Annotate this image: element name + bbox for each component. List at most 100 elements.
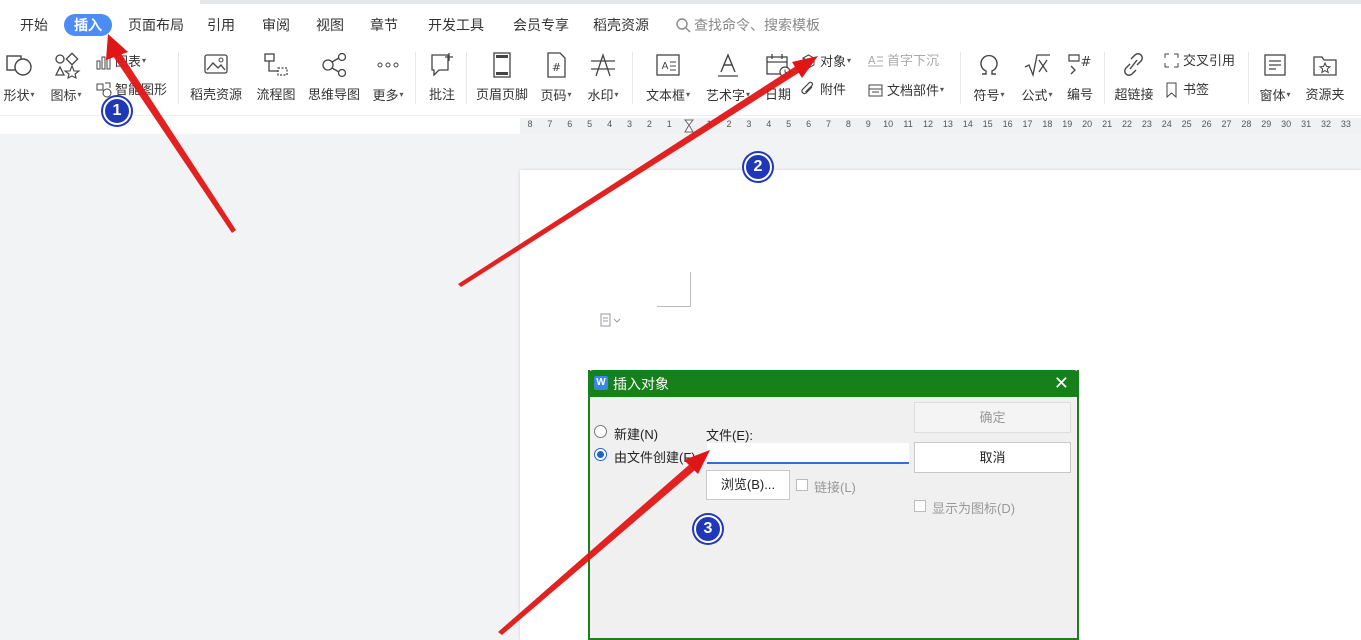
- ruler-tick: 31: [1301, 119, 1312, 129]
- dialog-title: 插入对象: [613, 376, 669, 392]
- new-radio[interactable]: [594, 425, 607, 438]
- hyperlink-button[interactable]: 超链接: [1112, 50, 1156, 104]
- ruler-tick: 4: [607, 119, 613, 129]
- link-icon: [1124, 53, 1143, 76]
- close-icon[interactable]: ✕: [1054, 373, 1069, 394]
- ruler-tick: 32: [1320, 119, 1331, 129]
- doc-parts-icon: [868, 84, 883, 97]
- mindmap-icon: [322, 52, 347, 78]
- dropcap-button[interactable]: A 首字下沉: [867, 50, 939, 72]
- object-button[interactable]: 对象▾: [800, 50, 851, 72]
- tab-page-layout[interactable]: 页面布局: [128, 14, 184, 36]
- shape-button[interactable]: 形状▾: [0, 50, 38, 105]
- textbox-icon: A: [656, 54, 680, 76]
- smart-graphic-button[interactable]: 智能图形: [95, 79, 167, 101]
- tab-developer[interactable]: 开发工具: [428, 14, 484, 36]
- docer-resource-button[interactable]: 稻壳资源: [188, 50, 244, 104]
- page-number-button[interactable]: # 页码▾: [537, 50, 575, 105]
- textbox-button[interactable]: A 文本框▾: [642, 50, 694, 105]
- attachment-button[interactable]: 附件: [800, 79, 846, 101]
- dropcap-icon: A: [868, 54, 883, 67]
- browse-button[interactable]: 浏览(B)...: [706, 470, 790, 500]
- ruler-tick: 4: [766, 119, 772, 129]
- wps-writer-icon: W: [594, 376, 608, 390]
- ruler-tick: 24: [1161, 119, 1172, 129]
- comment-button[interactable]: 批注: [425, 50, 459, 104]
- numbering-button[interactable]: # 编号: [1063, 50, 1097, 104]
- from-file-option-label[interactable]: 由文件创建(F): [614, 447, 696, 466]
- ruler-tick: 6: [806, 119, 812, 129]
- horizontal-ruler[interactable]: 8 7 6 5 4 3 2 1 1 2 3 4 5 6 7 8 9 10 11 12 13 14 15 16 17 18 19 20 2…: [520, 118, 1361, 134]
- title-strip: [200, 0, 1361, 4]
- tab-insert[interactable]: 插入: [64, 14, 112, 36]
- ruler-tick: 7: [825, 119, 831, 129]
- header-footer-button[interactable]: 页眉页脚: [474, 50, 530, 104]
- tab-member[interactable]: 会员专享: [513, 14, 569, 36]
- ruler-tick: 2: [726, 119, 732, 129]
- file-path-input[interactable]: [707, 443, 909, 464]
- tab-review[interactable]: 审阅: [262, 14, 290, 36]
- ruler-tick: 22: [1121, 119, 1132, 129]
- page-number-label: 页码: [540, 88, 567, 103]
- ruler-tick: 29: [1261, 119, 1272, 129]
- watermark-label: 水印: [587, 88, 614, 103]
- smart-graphic-icon: [96, 82, 112, 98]
- ruler-tick: 19: [1062, 119, 1073, 129]
- symbol-label: 符号: [973, 88, 1000, 103]
- from-file-radio[interactable]: [594, 448, 607, 461]
- bookmark-icon: [1166, 82, 1177, 99]
- tab-section[interactable]: 章节: [370, 14, 398, 36]
- new-option-label[interactable]: 新建(N): [614, 424, 658, 443]
- resource-folder-label: 资源夹: [1305, 87, 1345, 102]
- icons-gallery-icon: [54, 52, 81, 80]
- hyperlink-label: 超链接: [1114, 87, 1154, 102]
- ruler-tick: [679, 119, 699, 135]
- bookmark-button[interactable]: 书签: [1163, 79, 1209, 101]
- sqrt-icon: [1024, 54, 1050, 78]
- header-footer-label: 页眉页脚: [475, 87, 528, 102]
- resource-folder-button[interactable]: 资源夹: [1302, 50, 1348, 104]
- icon-label: 图标: [50, 88, 77, 103]
- chart-button[interactable]: 图表▾: [95, 50, 146, 72]
- datetime-button[interactable]: 日期: [760, 50, 796, 104]
- ruler-tick: 21: [1102, 119, 1113, 129]
- flowchart-label: 流程图: [256, 87, 296, 102]
- cross-ref-button[interactable]: 交叉引用: [1163, 50, 1235, 72]
- formula-button[interactable]: 公式▾: [1018, 50, 1056, 105]
- doc-parts-label: 文档部件: [887, 83, 940, 98]
- dialog-titlebar: W 插入对象 ✕: [588, 370, 1079, 397]
- tab-references[interactable]: 引用: [207, 14, 235, 36]
- chart-label: 图表: [115, 54, 142, 69]
- doc-parts-button[interactable]: 文档部件▾: [867, 79, 944, 101]
- form-icon: [1264, 54, 1286, 76]
- ruler-tick: 26: [1201, 119, 1212, 129]
- symbol-button[interactable]: 符号▾: [970, 50, 1008, 105]
- icon-button[interactable]: 图标▾: [46, 50, 86, 105]
- datetime-label: 日期: [764, 87, 791, 102]
- ribbon-separator: [415, 52, 416, 104]
- form-button[interactable]: 窗体▾: [1256, 50, 1294, 105]
- cancel-button[interactable]: 取消: [914, 442, 1071, 473]
- tab-start[interactable]: 开始: [20, 14, 48, 36]
- ok-button[interactable]: 确定: [914, 402, 1071, 433]
- ruler-tick: 30: [1281, 119, 1292, 129]
- link-checkbox[interactable]: [796, 479, 808, 491]
- docer-resource-icon: [204, 54, 228, 74]
- more-button[interactable]: 更多▾: [369, 50, 407, 105]
- flowchart-button[interactable]: 流程图: [254, 50, 298, 104]
- ribbon-separator: [466, 52, 467, 104]
- ruler-tick: 23: [1141, 119, 1152, 129]
- tab-docer[interactable]: 稻壳资源: [593, 14, 649, 36]
- cross-ref-label: 交叉引用: [1183, 53, 1236, 68]
- ruler-tick: 10: [883, 119, 894, 129]
- paragraph-options-icon[interactable]: [600, 313, 622, 330]
- svg-text:A: A: [868, 54, 876, 67]
- comment-icon: [431, 53, 453, 77]
- show-as-icon-checkbox[interactable]: [914, 500, 926, 512]
- mindmap-button[interactable]: 思维导图: [305, 50, 363, 104]
- wordart-button[interactable]: 艺术字▾: [702, 50, 754, 105]
- tab-view[interactable]: 视图: [316, 14, 344, 36]
- ribbon-separator: [632, 52, 633, 104]
- watermark-button[interactable]: 水印▾: [584, 50, 622, 105]
- search-box[interactable]: 查找命令、搜索模板: [676, 14, 820, 36]
